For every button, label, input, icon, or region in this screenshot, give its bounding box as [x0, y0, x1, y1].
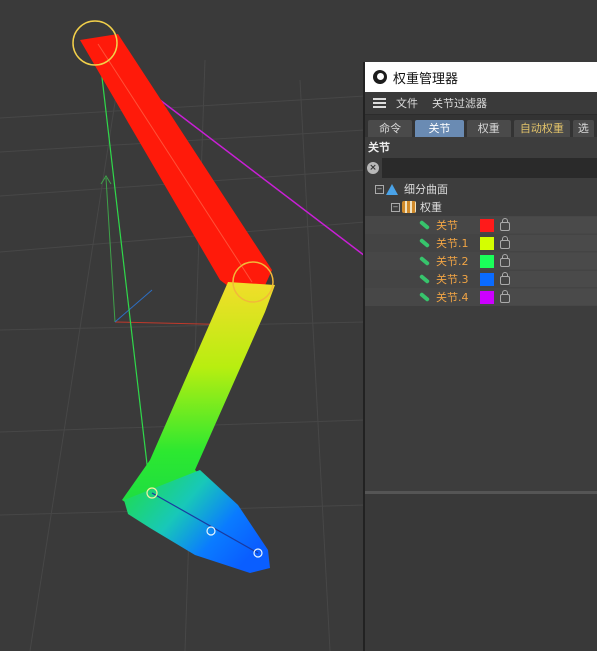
joint-icon	[419, 220, 430, 231]
collapse-toggle-icon[interactable]: −	[375, 184, 384, 194]
menu-joint-filter[interactable]: 关节过滤器	[432, 95, 487, 111]
section-title: 关节	[368, 141, 390, 154]
tab-bar: 命令 关节 权重 自动权重 选	[365, 115, 597, 137]
joint-label: 关节.2	[436, 255, 469, 268]
joint-label: 关节.3	[436, 273, 469, 286]
joint-label: 关节.1	[436, 237, 469, 250]
y-axis-line	[105, 177, 116, 323]
joint-color-swatch[interactable]	[480, 272, 494, 286]
joint-label: 关节.4	[436, 291, 469, 304]
joint-icon	[419, 238, 430, 249]
tree-label-weight: 权重	[420, 201, 442, 214]
joint-color-swatch[interactable]	[480, 254, 494, 268]
tree-row-subdivision[interactable]: − 细分曲面	[365, 180, 597, 198]
lock-icon[interactable]	[500, 236, 510, 249]
tab-weights[interactable]: 权重	[466, 120, 511, 137]
joint-row[interactable]: 关节.2	[365, 252, 597, 270]
lower-panel-area	[365, 494, 597, 651]
joint-icon	[419, 292, 430, 303]
joint-row[interactable]: 关节.1	[365, 234, 597, 252]
joint-icon	[419, 274, 430, 285]
search-input[interactable]	[382, 158, 597, 178]
tab-commands[interactable]: 命令	[368, 120, 413, 137]
subdivision-surface-icon	[386, 183, 398, 195]
clear-search-icon[interactable]: ×	[367, 162, 379, 174]
menu-file[interactable]: 文件	[396, 95, 418, 111]
tree-row-weight[interactable]: − 权重	[365, 198, 597, 216]
joint-color-swatch[interactable]	[480, 218, 494, 232]
collapse-toggle-icon[interactable]: −	[391, 202, 400, 212]
joint-row[interactable]: 关节	[365, 216, 597, 234]
search-row: ×	[365, 158, 597, 178]
joint-row[interactable]: 关节.4	[365, 288, 597, 306]
lock-icon[interactable]	[500, 290, 510, 303]
joint-row[interactable]: 关节.3	[365, 270, 597, 288]
title-bar: 权重管理器	[365, 62, 597, 92]
window-title: 权重管理器	[393, 71, 459, 87]
joint-label: 关节	[436, 219, 458, 232]
joint-color-swatch[interactable]	[480, 236, 494, 250]
joint-tree: − 细分曲面 − 权重 关节 关节.1 关节.2 关节.3 关节.4	[365, 180, 597, 306]
cinema4d-logo-icon	[373, 70, 387, 84]
hamburger-menu-icon[interactable]	[373, 98, 386, 108]
lock-icon[interactable]	[500, 272, 510, 285]
tab-options[interactable]: 选	[572, 120, 594, 137]
tab-joints[interactable]: 关节	[415, 120, 464, 137]
lock-icon[interactable]	[500, 218, 510, 231]
joint-icon	[419, 256, 430, 267]
z-axis-line	[114, 289, 153, 323]
lock-icon[interactable]	[500, 254, 510, 267]
weight-manager-panel: 权重管理器 文件 关节过滤器 命令 关节 权重 自动权重 选 关节 × − 细分…	[363, 62, 597, 651]
tree-label-subdivision: 细分曲面	[404, 183, 448, 196]
joint-color-swatch[interactable]	[480, 290, 494, 304]
tab-auto-weights[interactable]: 自动权重	[513, 120, 570, 137]
menu-bar: 文件 关节过滤器	[365, 92, 597, 115]
weight-tag-icon	[402, 201, 416, 213]
